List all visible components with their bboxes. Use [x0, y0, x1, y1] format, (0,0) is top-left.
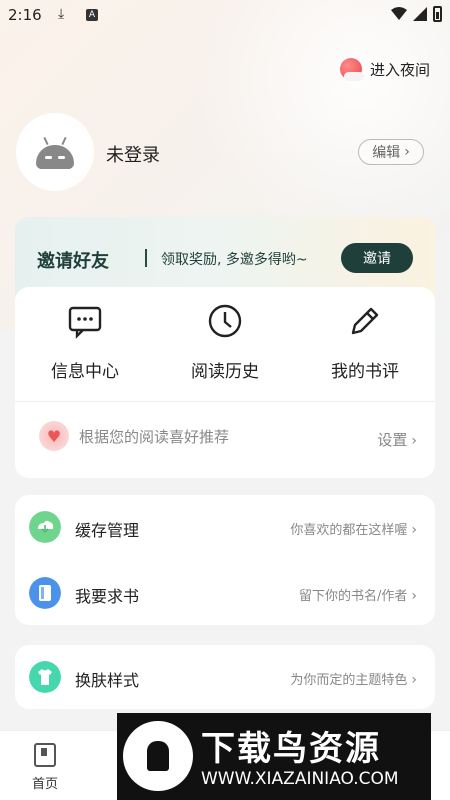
recommend-settings-button[interactable]: 设置 ›	[377, 429, 417, 450]
a-icon: A	[86, 9, 98, 21]
book-icon	[34, 743, 56, 767]
cache-management-hint: 你喜欢的都在这样喔 ›	[290, 522, 417, 538]
book-request-label: 我要求书	[75, 587, 140, 606]
book-request-icon	[29, 577, 61, 609]
card-divider	[15, 401, 435, 402]
pencil-icon	[351, 307, 379, 335]
book-request-hint: 留下你的书名/作者 ›	[299, 588, 417, 604]
avatar[interactable]	[16, 113, 94, 191]
battery-icon	[433, 6, 442, 22]
watermark-title: 下载鸟资源	[201, 729, 381, 769]
my-reviews-label: 我的书评	[331, 362, 399, 382]
download-cloud-icon	[29, 511, 61, 543]
invite-title: 邀请好友	[37, 251, 109, 272]
settings-label: 设置	[377, 431, 408, 449]
message-center-button[interactable]: 信息中心	[15, 303, 155, 382]
reading-history-label: 阅读历史	[191, 362, 259, 382]
shirt-icon	[29, 661, 61, 693]
recommend-row[interactable]: ♥ 根据您的阅读喜好推荐	[39, 421, 229, 451]
message-icon	[68, 306, 102, 339]
chevron-right-icon: ›	[404, 144, 410, 160]
tools-card: 缓存管理 你喜欢的都在这样喔 › 我要求书 留下你的书名/作者 ›	[15, 495, 435, 625]
book-request-row[interactable]: 我要求书 留下你的书名/作者 ›	[15, 561, 435, 625]
quick-actions-card: 信息中心 阅读历史 我的书评 ♥ 根据您的阅读喜好推荐 设置 ›	[15, 287, 435, 478]
invite-button[interactable]: 邀请	[341, 243, 413, 273]
night-mode-toggle[interactable]: 进入夜间	[339, 58, 430, 81]
cache-management-label: 缓存管理	[75, 521, 140, 540]
watermark: 下载鸟资源 WWW.XIAZAINIAO.COM	[117, 713, 431, 800]
signal-icon	[413, 7, 427, 21]
reading-history-button[interactable]: 阅读历史	[155, 303, 295, 382]
skin-style-label: 换肤样式	[75, 671, 140, 690]
status-time: 2:16	[8, 6, 42, 24]
edit-button[interactable]: 编辑 ›	[358, 139, 424, 165]
download-icon: ⤓	[58, 6, 65, 22]
status-bar: 2:16 ⤓ A	[0, 0, 450, 32]
chevron-right-icon: ›	[411, 433, 417, 449]
edit-label: 编辑	[372, 145, 401, 161]
skin-card: 换肤样式 为你而定的主题特色 ›	[15, 645, 435, 709]
skin-style-row[interactable]: 换肤样式 为你而定的主题特色 ›	[15, 645, 435, 709]
android-icon	[36, 145, 74, 169]
skin-style-hint: 为你而定的主题特色 ›	[290, 672, 417, 688]
watermark-url: WWW.XIAZAINIAO.COM	[201, 769, 399, 789]
wifi-icon	[391, 7, 407, 20]
tab-home[interactable]: 首页	[28, 743, 62, 792]
recommend-text: 根据您的阅读喜好推荐	[79, 427, 230, 446]
login-status[interactable]: 未登录	[106, 141, 160, 167]
heart-icon: ♥	[39, 421, 69, 451]
invite-description: 领取奖励, 多邀多得哟~	[161, 252, 308, 268]
chevron-right-icon: ›	[411, 672, 417, 688]
message-center-label: 信息中心	[51, 362, 119, 382]
moon-cloud-icon	[339, 58, 364, 81]
clock-icon	[208, 304, 242, 338]
home-label: 首页	[31, 777, 58, 792]
night-mode-label: 进入夜间	[369, 60, 430, 79]
cache-management-row[interactable]: 缓存管理 你喜欢的都在这样喔 ›	[15, 495, 435, 559]
invite-divider	[145, 249, 147, 267]
chevron-right-icon: ›	[411, 588, 417, 604]
invite-banner[interactable]: 邀请好友 领取奖励, 多邀多得哟~ 邀请	[15, 217, 435, 297]
chevron-right-icon: ›	[411, 522, 417, 538]
my-reviews-button[interactable]: 我的书评	[295, 303, 435, 382]
bird-logo-icon	[123, 721, 193, 791]
